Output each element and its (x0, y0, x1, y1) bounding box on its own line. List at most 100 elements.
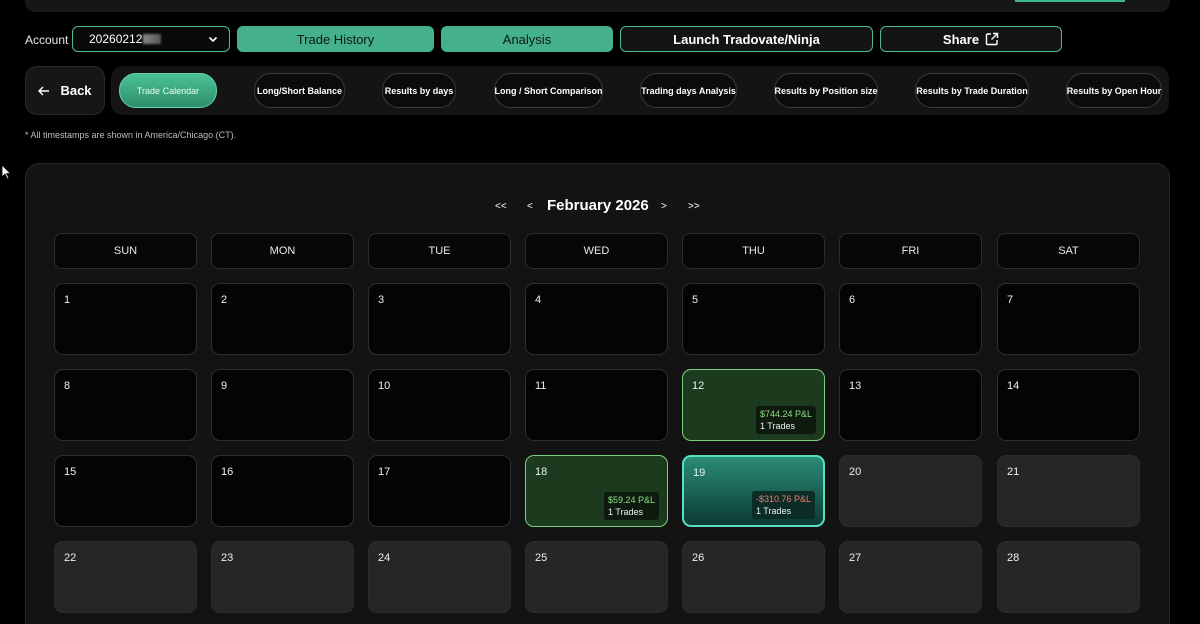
weekday-tue: TUE (368, 233, 511, 269)
calendar-day-20[interactable]: 20 (839, 455, 982, 527)
day-number: 26 (692, 552, 705, 564)
calendar-day-18[interactable]: 18 $59.24 P&L 1 Trades (525, 455, 668, 527)
account-select[interactable]: 20260212 (72, 26, 230, 52)
day-number: 5 (692, 294, 699, 306)
weekday-sat: SAT (997, 233, 1140, 269)
mouse-cursor-icon (1, 164, 12, 180)
day-pnl-summary: $744.24 P&L 1 Trades (755, 406, 816, 434)
tab-trading-days-analysis[interactable]: Trading days Analysis (640, 73, 737, 108)
timezone-note: * All timestamps are shown in America/Ch… (25, 130, 237, 140)
day-number: 12 (692, 380, 705, 392)
calendar-day-9[interactable]: 9 (211, 369, 354, 441)
day-number: 24 (378, 552, 391, 564)
day-number: 19 (693, 467, 706, 479)
calendar-day-16[interactable]: 16 (211, 455, 354, 527)
pnl-amount: $59.24 P&L (607, 495, 655, 505)
trade-count: 1 Trades (759, 421, 795, 431)
day-number: 21 (1007, 466, 1020, 478)
calendar-day-1[interactable]: 1 (54, 283, 197, 355)
next-year-button[interactable]: >> (688, 201, 700, 212)
day-number: 14 (1007, 380, 1020, 392)
calendar-day-7[interactable]: 7 (997, 283, 1140, 355)
tab-results-by-days[interactable]: Results by days (382, 73, 456, 108)
day-number: 13 (849, 380, 862, 392)
calendar-day-22[interactable]: 22 (54, 541, 197, 613)
launch-tradovate-button[interactable]: Launch Tradovate/Ninja (620, 26, 873, 52)
calendar-nav: << < February 2026 > >> (0, 196, 1200, 216)
calendar-day-4[interactable]: 4 (525, 283, 668, 355)
calendar-day-3[interactable]: 3 (368, 283, 511, 355)
top-panel-edge (25, 0, 1170, 12)
back-button[interactable]: Back (25, 66, 105, 115)
weekday-sun: SUN (54, 233, 197, 269)
calendar-day-17[interactable]: 17 (368, 455, 511, 527)
day-pnl-summary: $59.24 P&L 1 Trades (603, 492, 659, 520)
trade-history-button[interactable]: Trade History (237, 26, 434, 52)
top-accent-bar (1015, 0, 1125, 2)
weekday-mon: MON (211, 233, 354, 269)
tab-results-by-position-size[interactable]: Results by Position size (774, 73, 878, 108)
calendar-day-19[interactable]: 19 -$310.76 P&L 1 Trades (682, 455, 825, 527)
day-number: 18 (535, 466, 548, 478)
day-number: 11 (535, 380, 547, 392)
calendar-day-8[interactable]: 8 (54, 369, 197, 441)
pnl-amount: $744.24 P&L (759, 409, 812, 419)
trade-count: 1 Trades (607, 507, 643, 517)
tab-long-short-comparison[interactable]: Long / Short Comparison (494, 73, 603, 108)
day-number: 2 (221, 294, 228, 306)
calendar-day-25[interactable]: 25 (525, 541, 668, 613)
next-month-button[interactable]: > (661, 201, 667, 212)
day-pnl-summary: -$310.76 P&L 1 Trades (751, 491, 815, 519)
tab-long-short-balance[interactable]: Long/Short Balance (254, 73, 345, 108)
prev-month-button[interactable]: < (527, 201, 533, 212)
calendar-day-10[interactable]: 10 (368, 369, 511, 441)
tab-trade-calendar[interactable]: Trade Calendar (119, 73, 217, 108)
analysis-tabs: Trade Calendar Long/Short Balance Result… (111, 66, 1169, 115)
day-number: 17 (378, 466, 391, 478)
day-number: 8 (64, 380, 71, 392)
redacted-mark (143, 34, 162, 44)
day-number: 16 (221, 466, 234, 478)
calendar-day-26[interactable]: 26 (682, 541, 825, 613)
weekday-fri: FRI (839, 233, 982, 269)
weekday-wed: WED (525, 233, 668, 269)
day-number: 25 (535, 552, 548, 564)
analysis-button[interactable]: Analysis (441, 26, 613, 52)
share-button[interactable]: Share (880, 26, 1062, 52)
month-title: February 2026 (547, 197, 649, 214)
day-number: 4 (535, 294, 542, 306)
prev-year-button[interactable]: << (495, 201, 507, 212)
chevron-down-icon (208, 36, 218, 43)
day-number: 9 (221, 380, 228, 392)
arrow-left-icon (38, 86, 50, 95)
calendar-day-11[interactable]: 11 (525, 369, 668, 441)
tab-results-by-open-hour[interactable]: Results by Open Hour (1066, 73, 1162, 108)
calendar-day-27[interactable]: 27 (839, 541, 982, 613)
external-link-icon (985, 32, 999, 46)
calendar-day-15[interactable]: 15 (54, 455, 197, 527)
tab-results-by-trade-duration[interactable]: Results by Trade Duration (915, 73, 1029, 108)
day-number: 7 (1007, 294, 1014, 306)
calendar-day-2[interactable]: 2 (211, 283, 354, 355)
day-number: 6 (849, 294, 856, 306)
calendar-day-12[interactable]: 12 $744.24 P&L 1 Trades (682, 369, 825, 441)
account-value: 20260212 (89, 30, 162, 48)
pnl-amount: -$310.76 P&L (755, 494, 811, 504)
day-number: 28 (1007, 552, 1020, 564)
day-number: 10 (378, 380, 391, 392)
calendar-day-13[interactable]: 13 (839, 369, 982, 441)
calendar-day-24[interactable]: 24 (368, 541, 511, 613)
account-label: Account (25, 33, 69, 47)
calendar-day-21[interactable]: 21 (997, 455, 1140, 527)
calendar-day-5[interactable]: 5 (682, 283, 825, 355)
day-number: 22 (64, 552, 77, 564)
calendar-day-6[interactable]: 6 (839, 283, 982, 355)
calendar-day-14[interactable]: 14 (997, 369, 1140, 441)
day-number: 1 (64, 294, 71, 306)
day-number: 27 (849, 552, 862, 564)
calendar-day-23[interactable]: 23 (211, 541, 354, 613)
weekday-thu: THU (682, 233, 825, 269)
calendar-day-28[interactable]: 28 (997, 541, 1140, 613)
day-number: 23 (221, 552, 234, 564)
day-number: 20 (849, 466, 862, 478)
